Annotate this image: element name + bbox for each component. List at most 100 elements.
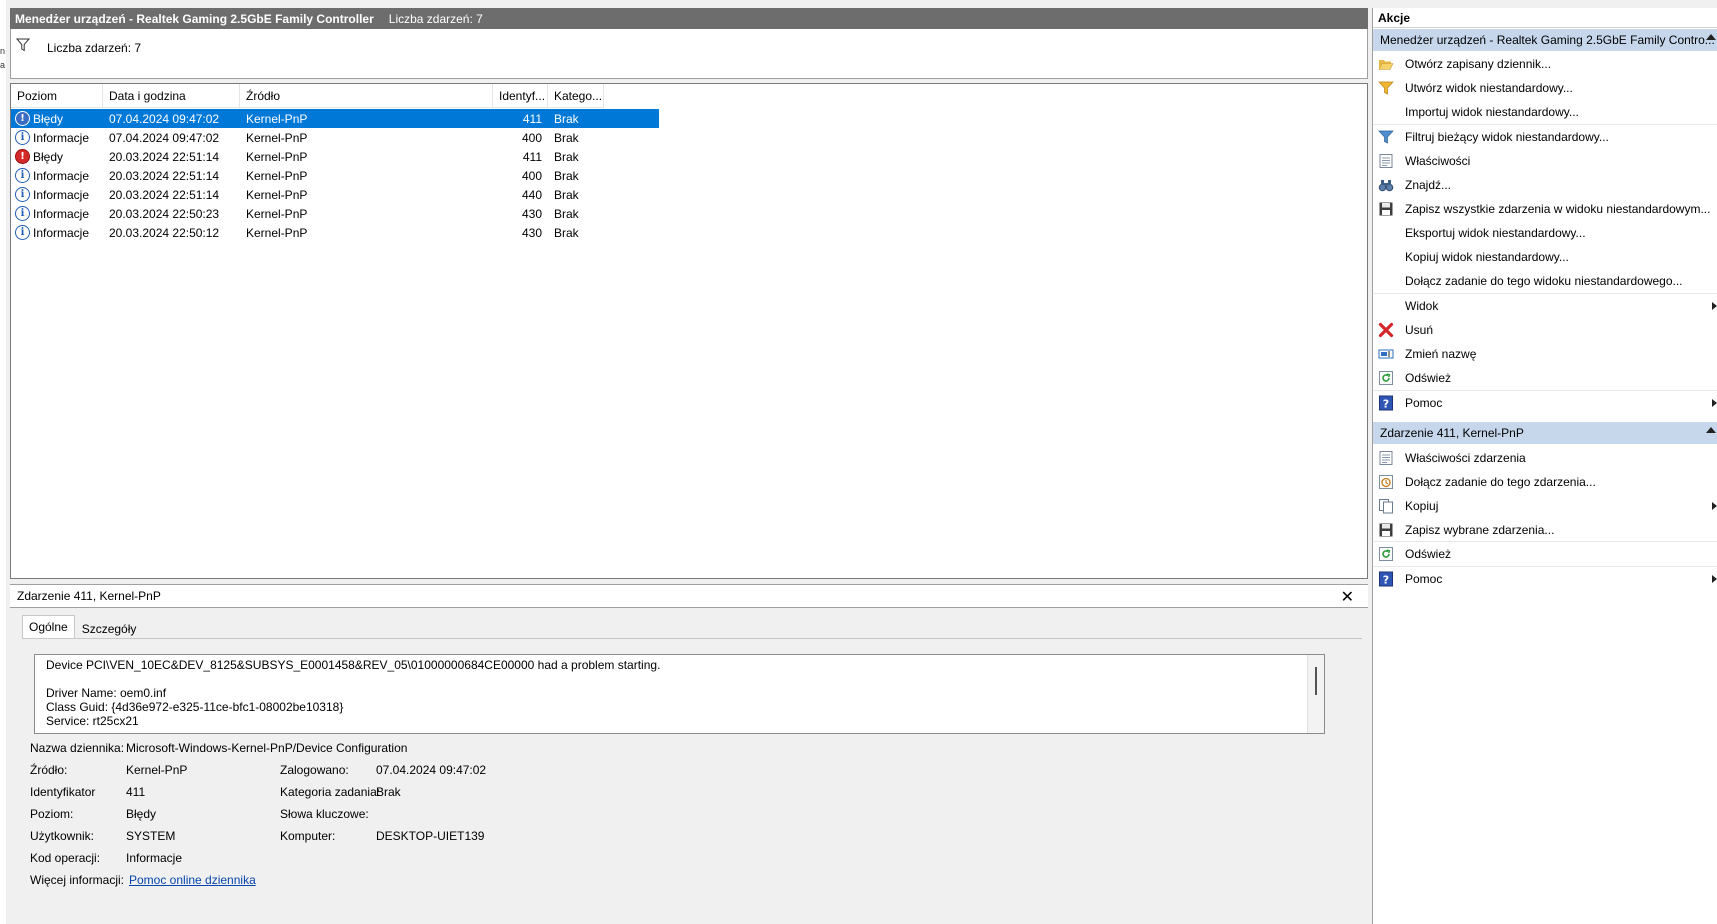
- action-dolacz-zadanie-do-tego-widoku-niestandardowego[interactable]: Dołącz zadanie do tego widoku niestandar…: [1373, 270, 1717, 292]
- action-wlasciwosci-zdarzenia[interactable]: Właściwości zdarzenia: [1373, 447, 1717, 469]
- column-header-category[interactable]: Katego...: [548, 84, 604, 108]
- action-widok[interactable]: Widok: [1373, 295, 1717, 317]
- info-icon: i: [15, 225, 30, 240]
- cell-category: Brak: [554, 187, 579, 202]
- action-znajdz[interactable]: Znajdź...: [1373, 174, 1717, 196]
- table-row[interactable]: i Informacje 20.03.2024 22:50:23 Kernel-PnP…: [11, 204, 659, 223]
- cell-level: ! Błędy: [11, 109, 103, 128]
- events-grid[interactable]: Poziom Data i godzina Źródło Identyf... Kate…: [10, 83, 1368, 579]
- cell-level: i Informacje: [11, 204, 103, 223]
- message-scrollbar[interactable]: [1307, 655, 1324, 733]
- collapse-arrow-icon[interactable]: [1706, 427, 1716, 433]
- cell-source: Kernel-PnP: [246, 187, 308, 202]
- actions-section-event[interactable]: Zdarzenie 411, Kernel-PnP: [1373, 422, 1717, 444]
- detail-tabs: Ogólne Szczegóły: [22, 615, 143, 639]
- save-icon: [1378, 522, 1394, 538]
- table-row[interactable]: ! Błędy 07.04.2024 09:47:02 Kernel-PnP 411 Br…: [11, 109, 659, 128]
- cell-id: 400: [521, 130, 542, 145]
- action-eksportuj-widok-niestandardowy[interactable]: Eksportuj widok niestandardowy...: [1373, 222, 1717, 244]
- table-row[interactable]: i Informacje 20.03.2024 22:50:12 Kernel-PnP…: [11, 223, 659, 242]
- action-separator: [1373, 566, 1717, 567]
- task-category-label: Kategoria zadania:: [280, 785, 381, 799]
- action-usun[interactable]: Usuń: [1373, 319, 1717, 341]
- action-separator: [1373, 541, 1717, 542]
- tree-edge-glyph: a: [0, 60, 6, 70]
- action-odswiez[interactable]: Odśwież: [1373, 543, 1717, 565]
- info-icon: i: [15, 168, 30, 183]
- table-row[interactable]: ! Błędy 20.03.2024 22:51:14 Kernel-PnP 411 Br…: [11, 147, 659, 166]
- cell-level-text: Błędy: [33, 111, 64, 126]
- cell-source: Kernel-PnP: [246, 168, 308, 183]
- level-value: Błędy: [126, 807, 157, 821]
- action-pomoc[interactable]: ? Pomoc: [1373, 568, 1717, 590]
- source-value: Kernel-PnP: [126, 763, 188, 777]
- action-filtruj-biezacy-widok-niestandardowy[interactable]: Filtruj bieżący widok niestandardowy...: [1373, 126, 1717, 148]
- action-label: Pomoc: [1405, 572, 1443, 586]
- action-dolacz-zadanie-do-tego-zdarzenia[interactable]: Dołącz zadanie do tego zdarzenia...: [1373, 471, 1717, 493]
- cell-level: ! Błędy: [11, 147, 103, 166]
- table-row[interactable]: i Informacje 20.03.2024 22:51:14 Kernel-PnP…: [11, 166, 659, 185]
- properties-icon: [1378, 450, 1394, 466]
- column-header-level[interactable]: Poziom: [11, 84, 103, 108]
- message-line: Class Guid: {4d36e972-e325-11ce-bfc1-080…: [46, 700, 344, 714]
- action-kopiuj-widok-niestandardowy[interactable]: Kopiuj widok niestandardowy...: [1373, 246, 1717, 268]
- action-label: Dołącz zadanie do tego zdarzenia...: [1405, 475, 1596, 489]
- view-title-bar: Menedżer urządzeń - Realtek Gaming 2.5Gb…: [10, 8, 1368, 29]
- actions-section-device-manager[interactable]: Menedżer urządzeń - Realtek Gaming 2.5Gb…: [1373, 29, 1717, 51]
- cell-level-text: Błędy: [33, 149, 64, 164]
- action-label: Otwórz zapisany dziennik...: [1405, 57, 1552, 71]
- cell-datetime: 07.04.2024 09:47:02: [109, 130, 220, 145]
- action-separator: [1373, 390, 1717, 391]
- action-label: Importuj widok niestandardowy...: [1405, 105, 1579, 119]
- action-zapisz-wszystkie-zdarzenia-w-widoku-niestandardowym[interactable]: Zapisz wszystkie zdarzenia w widoku nies…: [1373, 198, 1717, 220]
- filter-icon[interactable]: [16, 38, 30, 52]
- refresh-icon: [1378, 546, 1394, 562]
- action-importuj-widok-niestandardowy[interactable]: Importuj widok niestandardowy...: [1373, 101, 1717, 123]
- cell-category: Brak: [554, 206, 579, 221]
- action-kopiuj[interactable]: Kopiuj: [1373, 495, 1717, 517]
- help-icon: ?: [1378, 571, 1394, 587]
- error-icon: !: [15, 111, 30, 126]
- close-icon[interactable]: ✕: [1341, 587, 1354, 607]
- table-row[interactable]: i Informacje 20.03.2024 22:51:14 Kernel-PnP…: [11, 185, 659, 204]
- table-row[interactable]: i Informacje 07.04.2024 09:47:02 Kernel-PnP…: [11, 128, 659, 147]
- save-icon: [1378, 201, 1394, 217]
- online-help-link[interactable]: Pomoc online dziennika: [129, 873, 256, 887]
- action-utworz-widok-niestandardowy[interactable]: Utwórz widok niestandardowy...: [1373, 77, 1717, 99]
- help-icon: ?: [1378, 395, 1394, 411]
- action-label: Filtruj bieżący widok niestandardowy...: [1405, 130, 1609, 144]
- cell-category: Brak: [554, 149, 579, 164]
- cell-source: Kernel-PnP: [246, 130, 308, 145]
- cell-datetime: 07.04.2024 09:47:02: [109, 111, 220, 126]
- column-header-source[interactable]: Źródło: [240, 84, 493, 108]
- action-wlasciwosci[interactable]: Właściwości: [1373, 150, 1717, 172]
- collapse-arrow-icon[interactable]: [1706, 34, 1716, 40]
- tree-edge-glyph: n: [0, 46, 6, 56]
- cell-level-text: Informacje: [33, 168, 90, 183]
- opcode-label: Kod operacji:: [30, 851, 101, 865]
- action-zmien-nazwe[interactable]: Zmień nazwę: [1373, 343, 1717, 365]
- info-icon: i: [15, 187, 30, 202]
- action-otworz-zapisany-dziennik[interactable]: Otwórz zapisany dziennik...: [1373, 53, 1717, 75]
- id-label: Identyfikator: [30, 785, 96, 799]
- action-odswiez[interactable]: Odśwież: [1373, 367, 1717, 389]
- svg-text:?: ?: [1383, 397, 1389, 410]
- action-zapisz-wybrane-zdarzenia[interactable]: Zapisz wybrane zdarzenia...: [1373, 519, 1717, 541]
- user-value: SYSTEM: [126, 829, 176, 843]
- message-scroll-thumb[interactable]: [1315, 667, 1317, 695]
- cell-datetime: 20.03.2024 22:50:23: [109, 206, 220, 221]
- event-message-box[interactable]: Device PCI\VEN_10EC&DEV_8125&SUBSYS_E000…: [34, 654, 1325, 734]
- refresh-icon: [1378, 370, 1394, 386]
- rename-icon: [1378, 346, 1394, 362]
- level-label: Poziom:: [30, 807, 74, 821]
- grid-rows: ! Błędy 07.04.2024 09:47:02 Kernel-PnP 411 Br…: [11, 109, 659, 242]
- tab-details[interactable]: Szczegóły: [75, 617, 144, 639]
- tab-general[interactable]: Ogólne: [22, 615, 75, 639]
- action-label: Znajdź...: [1405, 178, 1452, 192]
- column-header-id[interactable]: Identyf...: [493, 84, 548, 108]
- column-header-datetime[interactable]: Data i godzina: [103, 84, 240, 108]
- action-pomoc[interactable]: ? Pomoc: [1373, 392, 1717, 414]
- actions-section-event-title: Zdarzenie 411, Kernel-PnP: [1380, 426, 1524, 440]
- task-category-value: Brak: [376, 785, 401, 799]
- cell-source: Kernel-PnP: [246, 225, 308, 240]
